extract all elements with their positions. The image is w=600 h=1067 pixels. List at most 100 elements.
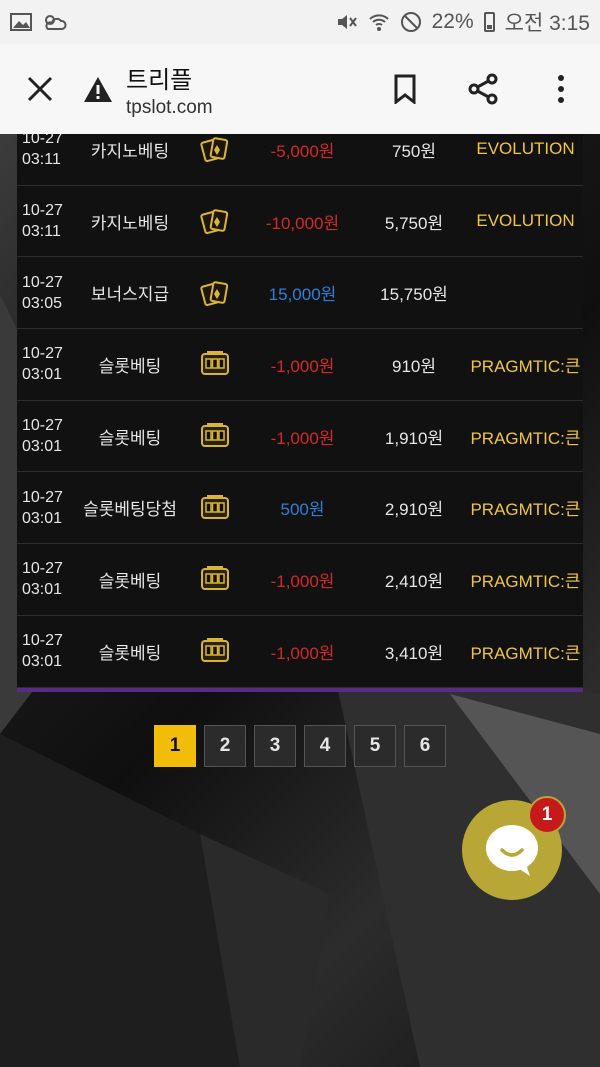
row-type: 카지노베팅 [90,213,170,233]
page-button-2[interactable]: 2 [204,725,246,767]
page-button-5[interactable]: 5 [354,725,396,767]
row-balance: 2,410원 [384,571,444,591]
table-row: 10-27 03:01 슬롯베팅 -1,000원 1,910원 PRAGMTIC:큰 [17,401,583,473]
browser-toolbar: 트리플 tpslot.com [0,44,600,134]
table-row: 10-27 03:01 슬롯베팅 -1,000원 910원 PRAGMTIC:큰 [17,329,583,401]
row-type: 슬롯베팅 [98,428,162,448]
row-date: 10-27 [22,488,63,506]
weather-icon [45,15,67,30]
row-time: 03:01 [22,366,63,384]
row-datetime: 10-27 03:01 [17,558,75,600]
chat-unread-badge: 1 [528,796,566,834]
table-row: 10-27 03:11 카지노베팅 -10,000원 5,750원 EVOLUTION [17,186,583,258]
slot-machine-icon [185,637,245,665]
row-amount: -1,000원 [270,571,335,591]
more-vertical-icon [558,75,564,103]
row-type: 슬롯베팅 [98,356,162,376]
row-date: 10-27 [22,202,63,220]
page-button-1[interactable]: 1 [154,725,196,767]
chat-bubble-icon [486,825,538,876]
row-date: 10-27 [22,134,63,148]
wifi-icon [368,14,389,31]
row-amount: -1,000원 [270,356,335,376]
table-bottom-border [17,688,583,692]
bookmark-button[interactable] [366,44,444,134]
gallery-icon [10,13,32,31]
casino-cards-icon [185,280,245,306]
row-amount: -10,000원 [265,213,340,233]
share-icon [468,73,498,105]
table-row: 10-27 03:05 보너스지급 15,000원 15,750원 [17,257,583,330]
row-provider: PRAGMTIC:큰 [470,571,581,591]
casino-cards-icon [185,208,245,235]
row-type: 슬롯베팅 [98,571,162,591]
row-date: 10-27 [22,417,63,435]
table-row: 10-27 03:11 카지노베팅 -5,000원 750원 EVOLUTION [17,134,583,186]
row-balance: 2,910원 [384,500,444,520]
battery-percent: 22% [431,10,474,33]
row-balance: 1,910원 [384,428,444,448]
row-time: 03:11 [22,151,61,169]
row-datetime: 10-27 03:01 [17,415,75,457]
row-time: 03:11 [22,223,61,241]
row-provider: PRAGMTIC:큰 [470,356,581,376]
row-amount: -1,000원 [270,428,335,448]
do-not-disturb-icon [400,12,421,32]
share-button[interactable] [444,44,522,134]
close-icon [27,76,53,102]
row-type: 슬롯베팅 [98,643,162,663]
row-datetime: 10-27 03:01 [17,487,75,529]
row-balance: 5,750원 [384,213,444,233]
row-provider: PRAGMTIC:큰 [470,500,581,520]
row-date: 10-27 [22,273,63,291]
page-title-block[interactable]: 트리플 tpslot.com [126,60,213,119]
page-title: 트리플 [126,66,193,94]
row-amount: 500원 [280,500,325,520]
status-bar: 22% 오전 3:15 [0,0,600,44]
row-provider: PRAGMTIC:큰 [470,428,581,448]
row-balance: 3,410원 [384,643,444,663]
page-button-3[interactable]: 3 [254,725,296,767]
table-row: 10-27 03:01 슬롯베팅 -1,000원 2,410원 PRAGMTIC:큰 [17,544,583,616]
row-amount: -1,000원 [270,643,335,663]
row-datetime: 10-27 03:01 [17,630,75,672]
row-date: 10-27 [22,632,63,650]
row-type: 보너스지급 [90,285,170,305]
row-provider: EVOLUTION [476,139,575,159]
page-button-6[interactable]: 6 [404,725,446,767]
table-row: 10-27 03:01 슬롯베팅 -1,000원 3,410원 PRAGMTIC:큰 [17,616,583,688]
slot-machine-icon [185,422,245,450]
row-time: 03:01 [22,581,63,599]
pagination: 123456 [154,725,446,767]
row-date: 10-27 [22,560,63,578]
page-url: tpslot.com [126,96,213,118]
row-type: 카지노베팅 [90,141,170,161]
transaction-table: 10-27 03:11 카지노베팅 -5,000원 750원 EVOLUTION 10-27… [17,134,583,688]
row-datetime: 10-27 03:05 [17,272,75,314]
close-button[interactable] [0,44,80,134]
row-provider: PRAGMTIC:큰 [470,643,581,663]
page-button-4[interactable]: 4 [304,725,346,767]
slot-machine-icon [185,350,245,378]
security-warning[interactable] [80,76,116,103]
row-balance: 910원 [391,356,436,376]
row-time: 03:01 [22,509,63,527]
row-time: 03:01 [22,653,63,671]
row-balance: 15,750원 [380,285,448,305]
more-menu-button[interactable] [522,44,600,134]
page-content: 10-27 03:11 카지노베팅 -5,000원 750원 EVOLUTION 10-27… [0,134,600,1067]
warning-icon [84,76,112,102]
row-provider: EVOLUTION [476,211,575,231]
row-datetime: 10-27 03:11 [17,200,75,242]
row-amount: -5,000원 [270,141,335,161]
casino-cards-icon [185,136,245,163]
row-type: 슬롯베팅당첨 [83,500,177,520]
slot-machine-icon [185,494,245,522]
row-datetime: 10-27 03:01 [17,343,75,385]
row-balance: 750원 [391,141,436,161]
battery-icon [483,12,495,32]
clock: 오전 3:15 [504,12,590,35]
table-row: 10-27 03:01 슬롯베팅당첨 500원 2,910원 PRAGMTIC:큰 [17,472,583,545]
row-time: 03:05 [22,294,63,312]
row-amount: 15,000원 [268,285,337,305]
